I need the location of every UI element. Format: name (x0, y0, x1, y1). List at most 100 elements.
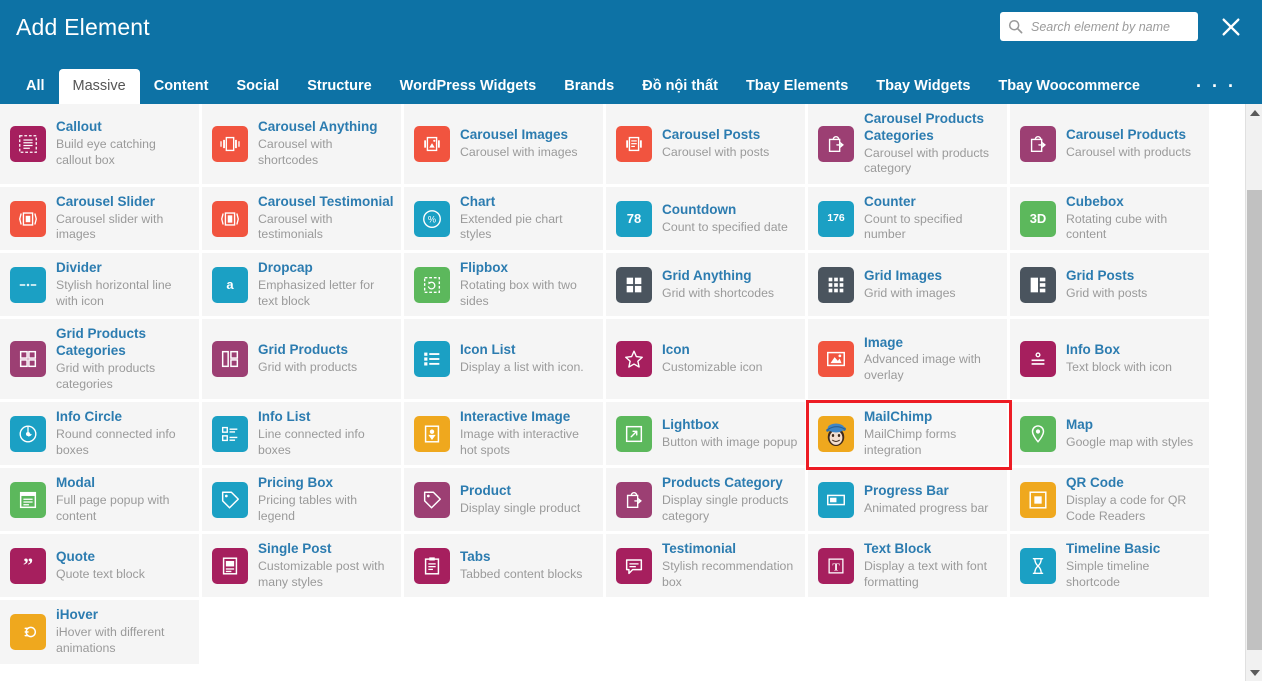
element-card-products-category[interactable]: Products Category Display single products… (606, 468, 808, 535)
element-card-quote[interactable]: ” Quote Quote text block (0, 534, 202, 601)
element-card-text: Carousel Products Categories Carousel wit… (864, 111, 1001, 177)
element-title: Info Box (1066, 342, 1120, 358)
element-card-text: Products Category Display single products… (662, 475, 799, 524)
element-card-map[interactable]: Map Google map with styles (1010, 402, 1212, 469)
element-card-callout[interactable]: Callout Build eye catching callout box (0, 104, 202, 187)
element-card-grid-posts[interactable]: Grid Posts Grid with posts (1010, 253, 1212, 320)
product-tag-icon (414, 481, 450, 518)
element-card-progress-bar[interactable]: Progress Bar Animated progress bar (808, 468, 1010, 535)
element-title: Grid Posts (1066, 267, 1135, 283)
tab-brands[interactable]: Brands (550, 69, 628, 105)
element-card-testimonial[interactable]: Testimonial Stylish recommendation box (606, 534, 808, 601)
tabs-overflow-button[interactable]: . . . (1186, 63, 1262, 104)
scrollbar-thumb[interactable] (1247, 190, 1262, 650)
element-card-text-block[interactable]: T Text Block Display a text with font form… (808, 534, 1010, 601)
element-card-lightbox[interactable]: Lightbox Button with image popup (606, 402, 808, 469)
element-card-carousel-testimonial[interactable]: Carousel Testimonial Carousel with testim… (202, 186, 404, 254)
carousel-slider-icon (10, 200, 46, 237)
element-card-product[interactable]: Product Display single product (404, 468, 606, 535)
element-card-counter[interactable]: 176 Counter Count to specified number (808, 186, 1010, 254)
tab-structure[interactable]: Structure (293, 69, 385, 105)
element-title: Text Block (864, 541, 932, 557)
element-card-text: Carousel Posts Carousel with posts (662, 127, 769, 160)
grid-products-categories-icon (10, 341, 46, 378)
triangle-up-icon[interactable] (1246, 104, 1262, 121)
testimonial-icon (616, 547, 652, 584)
element-description: Button with image popup (662, 434, 798, 449)
element-card-carousel-slider[interactable]: Carousel Slider Carousel slider with imag… (0, 186, 202, 254)
star-icon (616, 341, 652, 378)
ihover-icon (10, 613, 46, 650)
element-card-text: Timeline Basic Simple timeline shortcode (1066, 541, 1203, 590)
element-description: Carousel with testimonials (258, 211, 333, 242)
empty-cell (606, 600, 808, 666)
element-card-timeline-basic[interactable]: Timeline Basic Simple timeline shortcode (1010, 534, 1212, 601)
tab-tbay-widgets[interactable]: Tbay Widgets (862, 69, 984, 105)
svg-text:T: T (832, 561, 840, 573)
element-card-chart[interactable]: % Chart Extended pie chart styles (404, 186, 606, 254)
tab-massive[interactable]: Massive (58, 68, 140, 104)
tab-tbay-woocommerce[interactable]: Tbay Woocommerce (984, 69, 1154, 105)
element-title: Carousel Products Categories (864, 111, 985, 143)
element-card-text: Carousel Images Carousel with images (460, 127, 578, 160)
element-card-mailchimp[interactable]: MailChimp MailChimp forms integration (806, 400, 1012, 471)
element-card-text: Carousel Testimonial Carousel with testim… (258, 194, 395, 243)
element-card-icon[interactable]: Icon Customizable icon (606, 319, 808, 403)
element-card-carousel-anything[interactable]: Carousel Anything Carousel with shortcode… (202, 104, 404, 187)
element-description: Grid with posts (1066, 285, 1148, 300)
element-card-single-post[interactable]: Single Post Customizable post with many s… (202, 534, 404, 601)
element-card-carousel-products-categories[interactable]: Carousel Products Categories Carousel wit… (808, 104, 1010, 187)
element-card-grid-products-categories[interactable]: Grid Products Categories Grid with produc… (0, 319, 202, 403)
countdown-icon: 78 (616, 200, 652, 237)
text-block-icon: T (818, 547, 854, 584)
tab-content[interactable]: Content (140, 69, 223, 105)
tab-tbay-elements[interactable]: Tbay Elements (732, 69, 862, 105)
element-card-icon-list[interactable]: Icon List Display a list with icon. (404, 319, 606, 403)
element-title: QR Code (1066, 475, 1124, 491)
element-card-cubebox[interactable]: 3D Cubebox Rotating cube with content (1010, 186, 1212, 254)
element-card-tabs[interactable]: Tabs Tabbed content blocks (404, 534, 606, 601)
element-card-dropcap[interactable]: a Dropcap Emphasized letter for text block (202, 253, 404, 320)
tab-social[interactable]: Social (222, 69, 293, 105)
element-card-text: Grid Products Grid with products (258, 342, 357, 375)
tab-n-i-th-t[interactable]: Đồ nội thất (628, 69, 732, 105)
element-card-modal[interactable]: Modal Full page popup with content (0, 468, 202, 535)
element-title: Callout (56, 119, 102, 135)
element-card-divider[interactable]: Divider Stylish horizontal line with icon (0, 253, 202, 320)
search-box[interactable] (1000, 12, 1198, 41)
element-description: Display a list with icon. (460, 360, 584, 375)
element-description: Carousel with products category (864, 145, 990, 176)
element-card-flipbox[interactable]: Flipbox Rotating box with two sides (404, 253, 606, 320)
element-card-text: Info Box Text block with icon (1066, 342, 1172, 375)
element-card-carousel-posts[interactable]: Carousel Posts Carousel with posts (606, 104, 808, 187)
element-card-grid-products[interactable]: Grid Products Grid with products (202, 319, 404, 403)
element-card-countdown[interactable]: 78 Countdown Count to specified date (606, 186, 808, 254)
element-card-image[interactable]: Image Advanced image with overlay (808, 319, 1010, 403)
close-icon[interactable] (1216, 12, 1246, 42)
triangle-down-icon[interactable] (1246, 664, 1262, 681)
element-card-grid-anything[interactable]: Grid Anything Grid with shortcodes (606, 253, 808, 320)
tab-wordpress-widgets[interactable]: WordPress Widgets (386, 69, 551, 105)
element-card-qr-code[interactable]: QR Code Display a code for QR Code Reader… (1010, 468, 1212, 535)
tab-all[interactable]: All (12, 69, 59, 105)
element-card-carousel-products[interactable]: Carousel Products Carousel with products (1010, 104, 1212, 187)
element-card-pricing-box[interactable]: Pricing Box Pricing tables with legend (202, 468, 404, 535)
element-card-info-box[interactable]: Info Box Text block with icon (1010, 319, 1212, 403)
tabs-icon (414, 547, 450, 584)
element-card-info-list[interactable]: Info List Line connected info boxes (202, 402, 404, 469)
elements-panel: Callout Build eye catching callout box Car… (0, 104, 1245, 681)
element-card-text: Grid Posts Grid with posts (1066, 268, 1147, 301)
vertical-scrollbar[interactable] (1245, 104, 1262, 681)
element-card-text: Pricing Box Pricing tables with legend (258, 475, 395, 524)
element-card-interactive-image[interactable]: Interactive Image Image with interactive … (404, 402, 606, 469)
element-card-info-circle[interactable]: Info Circle Round connected info boxes (0, 402, 202, 469)
element-card-grid-images[interactable]: Grid Images Grid with images (808, 253, 1010, 320)
element-card-carousel-images[interactable]: Carousel Images Carousel with images (404, 104, 606, 187)
element-card-ihover[interactable]: iHover iHover with different animations (0, 600, 202, 667)
search-input[interactable] (1029, 18, 1190, 35)
element-description: Grid with shortcodes (662, 285, 775, 300)
element-card-text: Single Post Customizable post with many s… (258, 541, 395, 590)
element-card-text: Grid Images Grid with images (864, 268, 956, 301)
element-title: Grid Products (258, 342, 349, 358)
element-description: Text block with icon (1066, 360, 1172, 375)
